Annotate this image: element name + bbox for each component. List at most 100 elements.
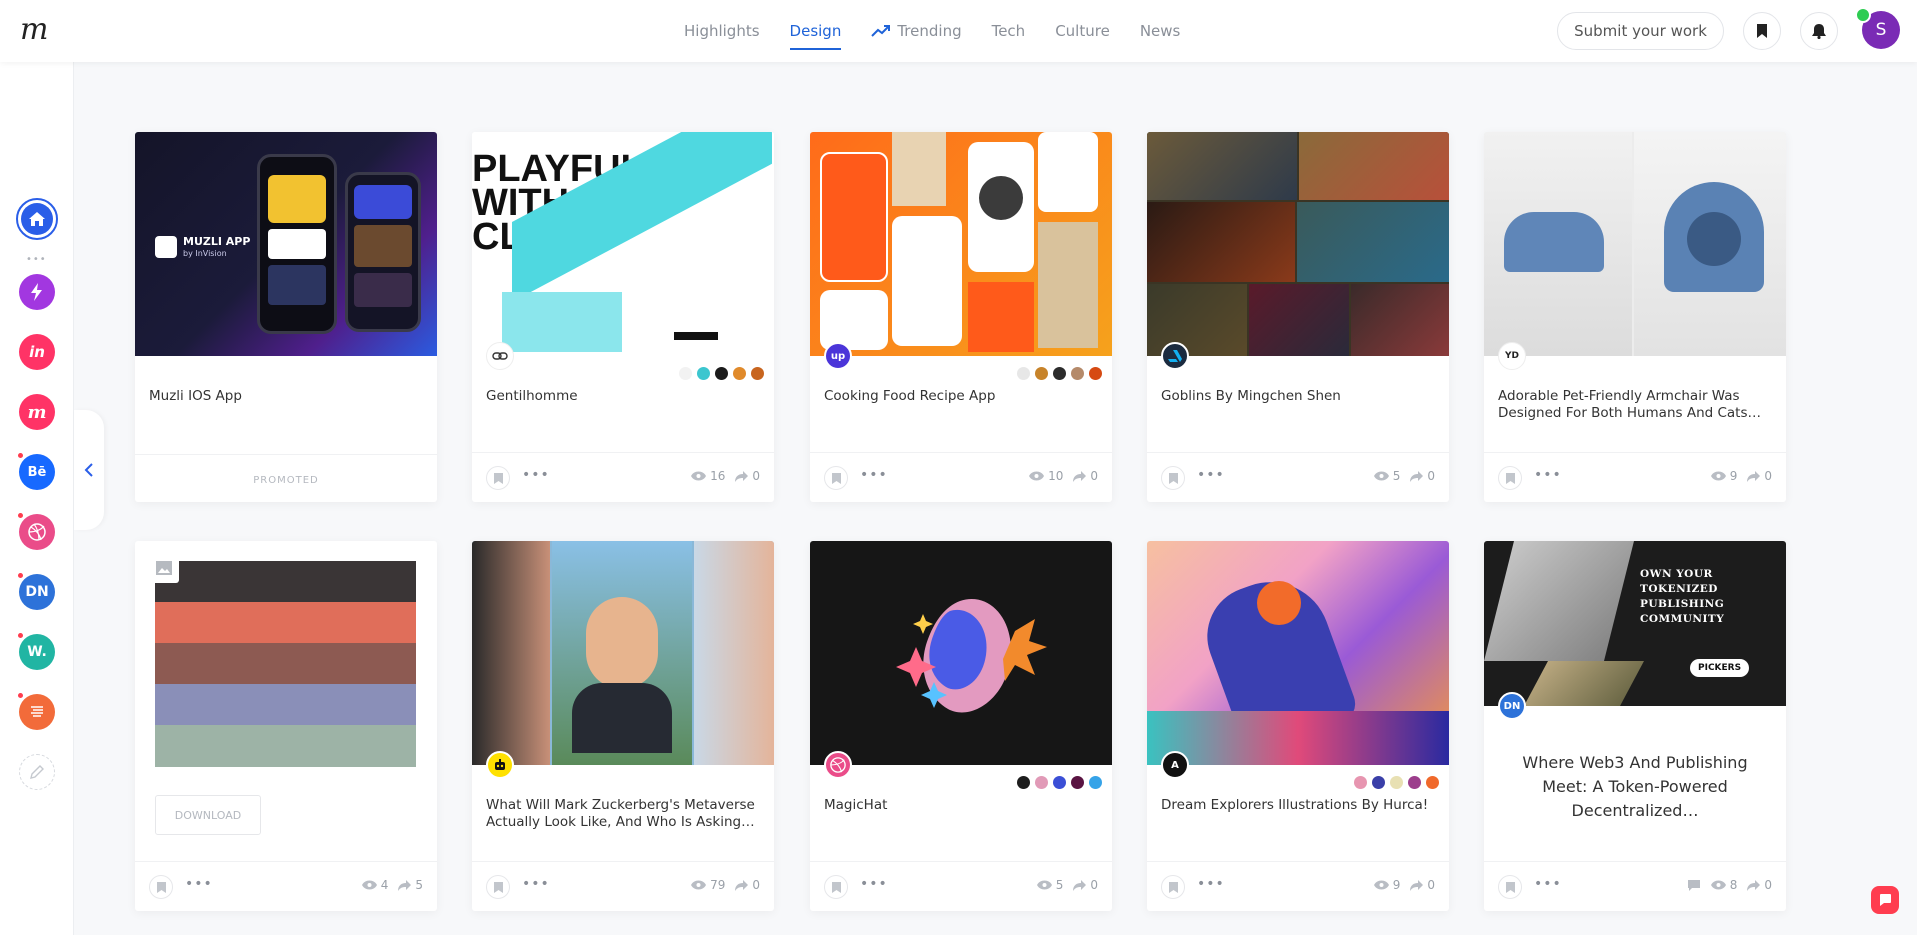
more-options-button[interactable]: ••• xyxy=(185,876,213,892)
sidebar-more-dots[interactable]: ••• xyxy=(26,254,47,265)
muzli-logo[interactable]: m xyxy=(20,12,48,47)
feed-card[interactable]: MagicHat ••• 5 0 xyxy=(810,541,1112,911)
card-thumbnail[interactable] xyxy=(1484,132,1786,356)
color-swatch[interactable] xyxy=(1053,367,1066,380)
feed-card[interactable]: OWN YOUR TOKENIZED PUBLISHING COMMUNITY … xyxy=(1484,541,1786,911)
color-swatch[interactable] xyxy=(1071,367,1084,380)
shares-stat[interactable]: 0 xyxy=(735,469,760,483)
source-avatar[interactable] xyxy=(824,751,852,779)
shares-stat[interactable]: 0 xyxy=(735,878,760,892)
bookmark-button[interactable] xyxy=(149,875,173,899)
bookmark-button[interactable] xyxy=(1161,466,1185,490)
feed-card[interactable]: DOWNLOAD ••• 4 5 xyxy=(135,541,437,911)
color-swatch[interactable] xyxy=(733,367,746,380)
more-options-button[interactable]: ••• xyxy=(522,467,550,483)
shares-stat[interactable]: 0 xyxy=(1747,469,1772,483)
feed-card[interactable]: up Cooking Food Recipe App ••• 10 0 xyxy=(810,132,1112,502)
comment-icon[interactable] xyxy=(1687,879,1701,891)
color-swatch[interactable] xyxy=(751,367,764,380)
card-title[interactable]: What Will Mark Zuckerberg's Metaverse Ac… xyxy=(486,797,760,831)
shares-stat[interactable]: 0 xyxy=(1747,878,1772,892)
tab-trending[interactable]: Trending xyxy=(871,12,962,50)
color-swatch[interactable] xyxy=(1053,776,1066,789)
color-swatch[interactable] xyxy=(1035,776,1048,789)
card-title[interactable]: Muzli IOS App xyxy=(149,388,423,405)
color-swatch[interactable] xyxy=(697,367,710,380)
color-swatch[interactable] xyxy=(1390,776,1403,789)
color-swatch[interactable] xyxy=(1354,776,1367,789)
color-swatch[interactable] xyxy=(1089,367,1102,380)
tab-tech[interactable]: Tech xyxy=(992,12,1026,50)
card-thumbnail[interactable] xyxy=(810,132,1112,356)
bookmark-button[interactable] xyxy=(1498,875,1522,899)
feed-card[interactable]: MUZLI APP by InVision Muzli IOS App PROM… xyxy=(135,132,437,502)
shares-stat[interactable]: 0 xyxy=(1073,469,1098,483)
notifications-button[interactable] xyxy=(1800,12,1838,50)
more-options-button[interactable]: ••• xyxy=(860,467,888,483)
bookmark-button[interactable] xyxy=(486,875,510,899)
bookmark-button[interactable] xyxy=(1498,466,1522,490)
more-options-button[interactable]: ••• xyxy=(1534,876,1562,892)
card-title[interactable]: MagicHat xyxy=(824,797,1098,814)
collapse-sidebar-button[interactable] xyxy=(74,410,104,530)
feed-card[interactable]: Goblins By Mingchen Shen ••• 5 0 xyxy=(1147,132,1449,502)
tab-highlights[interactable]: Highlights xyxy=(684,12,760,50)
sidebar-item-bolt[interactable] xyxy=(19,274,55,310)
source-avatar[interactable]: A xyxy=(1161,751,1189,779)
more-options-button[interactable]: ••• xyxy=(1534,467,1562,483)
color-palette-preview[interactable] xyxy=(155,561,416,767)
sidebar-item-webdesigner[interactable]: W. xyxy=(16,631,55,670)
more-options-button[interactable]: ••• xyxy=(1197,467,1225,483)
card-thumbnail[interactable] xyxy=(472,541,774,765)
card-thumbnail[interactable] xyxy=(810,541,1112,765)
shares-stat[interactable]: 0 xyxy=(1073,878,1098,892)
color-swatch[interactable] xyxy=(1035,367,1048,380)
card-thumbnail[interactable] xyxy=(1147,132,1449,356)
more-options-button[interactable]: ••• xyxy=(860,876,888,892)
card-thumbnail[interactable]: MUZLI APP by InVision xyxy=(135,132,437,356)
source-avatar[interactable]: up xyxy=(824,342,852,370)
card-title[interactable]: Gentilhomme xyxy=(486,388,760,405)
shares-stat[interactable]: 0 xyxy=(1410,878,1435,892)
sidebar-item-edit[interactable] xyxy=(19,754,55,790)
card-thumbnail[interactable]: PLAYFUL WITH CLASS xyxy=(472,132,774,356)
bookmark-button[interactable] xyxy=(486,466,510,490)
card-title[interactable]: Adorable Pet-Friendly Armchair Was Desig… xyxy=(1498,388,1772,422)
sidebar-item-producthunt[interactable] xyxy=(16,691,55,730)
more-options-button[interactable]: ••• xyxy=(522,876,550,892)
color-swatch[interactable] xyxy=(1426,776,1439,789)
bookmark-button[interactable] xyxy=(1161,875,1185,899)
color-swatch[interactable] xyxy=(1372,776,1385,789)
color-swatch[interactable] xyxy=(1408,776,1421,789)
color-swatch[interactable] xyxy=(1089,776,1102,789)
color-swatch[interactable] xyxy=(1017,367,1030,380)
tab-news[interactable]: News xyxy=(1140,12,1181,50)
tab-culture[interactable]: Culture xyxy=(1055,12,1110,50)
feed-card[interactable]: YD Adorable Pet-Friendly Armchair Was De… xyxy=(1484,132,1786,502)
sidebar-item-home[interactable] xyxy=(16,198,58,240)
card-title[interactable]: Where Web3 And Publishing Meet: A Token-… xyxy=(1504,751,1766,823)
source-avatar[interactable] xyxy=(486,342,514,370)
card-thumbnail[interactable]: OWN YOUR TOKENIZED PUBLISHING COMMUNITY … xyxy=(1484,541,1786,706)
more-options-button[interactable]: ••• xyxy=(1197,876,1225,892)
source-avatar[interactable] xyxy=(486,751,514,779)
shares-stat[interactable]: 0 xyxy=(1410,469,1435,483)
card-thumbnail[interactable] xyxy=(1147,541,1449,765)
submit-work-button[interactable]: Submit your work xyxy=(1557,12,1724,50)
shares-stat[interactable]: 5 xyxy=(398,878,423,892)
feed-card[interactable]: PLAYFUL WITH CLASS Gentilhomme ••• 16 0 xyxy=(472,132,774,502)
color-swatch[interactable] xyxy=(1071,776,1084,789)
bookmark-button[interactable] xyxy=(824,466,848,490)
color-swatch[interactable] xyxy=(715,367,728,380)
source-avatar[interactable]: DN xyxy=(1498,692,1526,720)
sidebar-item-designer-news[interactable]: DN xyxy=(16,571,55,610)
chat-support-button[interactable] xyxy=(1871,886,1899,914)
sidebar-item-invision[interactable]: in xyxy=(19,334,55,370)
color-swatch[interactable] xyxy=(679,367,692,380)
tab-design[interactable]: Design xyxy=(789,12,841,50)
source-avatar[interactable] xyxy=(1161,342,1189,370)
card-title[interactable]: Cooking Food Recipe App xyxy=(824,388,1098,405)
bookmarks-button[interactable] xyxy=(1743,12,1781,50)
source-avatar[interactable]: YD xyxy=(1498,342,1526,370)
color-swatch[interactable] xyxy=(1017,776,1030,789)
